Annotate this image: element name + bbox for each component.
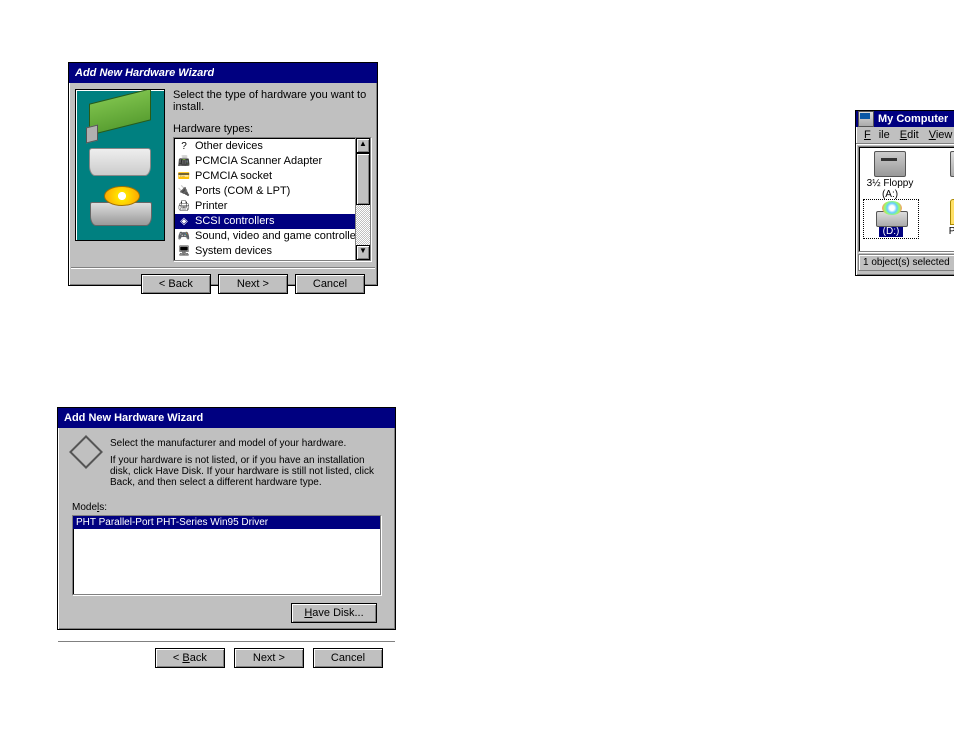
drive-c-icon[interactable]: (C:) bbox=[937, 151, 954, 189]
hardware-type-item[interactable]: ◈ SCSI controllers bbox=[175, 214, 369, 229]
hardware-type-label: Other devices bbox=[195, 139, 263, 154]
wizard-side-graphic bbox=[75, 89, 165, 241]
drive-c-label: (C:) bbox=[937, 178, 954, 189]
model-row[interactable]: PHT Parallel-Port PHT-Series Win95 Drive… bbox=[73, 516, 380, 529]
diamond-icon bbox=[72, 438, 100, 466]
hardware-type-label: System devices bbox=[195, 244, 272, 259]
window-title: My Computer bbox=[878, 113, 948, 125]
cancel-button[interactable]: Cancel bbox=[313, 648, 383, 668]
hardware-type-item[interactable]: ? Other devices bbox=[175, 139, 369, 154]
printers-folder-icon[interactable]: Printers bbox=[937, 199, 954, 237]
next-button[interactable]: Next > bbox=[218, 274, 288, 294]
hardware-type-label: Ports (COM & LPT) bbox=[195, 184, 290, 199]
hardware-type-label: PCMCIA socket bbox=[195, 169, 272, 184]
drive-d-icon[interactable]: (D:) bbox=[863, 199, 919, 239]
back-button[interactable]: < Back bbox=[155, 648, 225, 668]
titlebar: Add New Hardware Wizard bbox=[58, 408, 395, 428]
window-title: Add New Hardware Wizard bbox=[64, 412, 203, 424]
list-label: Hardware types: bbox=[173, 123, 371, 135]
hardware-type-label: Printer bbox=[195, 199, 227, 214]
instruction-text: Select the type of hardware you want to … bbox=[173, 89, 371, 113]
models-listbox[interactable]: PHT Parallel-Port PHT-Series Win95 Drive… bbox=[72, 515, 381, 595]
drive-a-icon[interactable]: 3½ Floppy (A:) bbox=[861, 151, 919, 200]
models-label: Models: bbox=[72, 502, 381, 513]
hardware-model-wizard-window: Add New Hardware Wizard Select the manuf… bbox=[57, 407, 396, 630]
hardware-type-item[interactable]: 🎮 Sound, video and game controllers bbox=[175, 229, 369, 244]
scroll-down-arrow[interactable]: ▼ bbox=[356, 245, 370, 260]
scrollbar[interactable]: ▲ ▼ bbox=[355, 138, 370, 260]
hardware-type-label: PCMCIA Scanner Adapter bbox=[195, 154, 322, 169]
my-computer-icon bbox=[858, 111, 874, 127]
icon-area: 3½ Floppy (A:) (C:) (D:) Printers bbox=[858, 146, 954, 252]
hardware-type-item[interactable]: 🔌 Ports (COM & LPT) bbox=[175, 184, 369, 199]
hardware-type-icon: 🖥 bbox=[177, 245, 191, 258]
menu-view[interactable]: View bbox=[925, 128, 954, 142]
hardware-type-icon: ◈ bbox=[177, 215, 191, 228]
hardware-type-wizard-window: Add New Hardware Wizard Select the type … bbox=[68, 62, 378, 286]
cancel-button[interactable]: Cancel bbox=[295, 274, 365, 294]
cd-drive-icon bbox=[876, 201, 906, 225]
hardware-type-icon: 🔌 bbox=[177, 185, 191, 198]
instruction-text-1: Select the manufacturer and model of you… bbox=[72, 438, 381, 449]
button-row: < Back Next > Cancel bbox=[71, 267, 375, 296]
printers-label: Printers bbox=[937, 226, 954, 237]
drive-d-label: (D:) bbox=[879, 226, 904, 237]
hardware-type-icon: 🎮 bbox=[177, 230, 191, 243]
titlebar: Add New Hardware Wizard bbox=[69, 63, 377, 83]
menu-file[interactable]: File bbox=[860, 128, 894, 142]
hardware-type-icon: 💳 bbox=[177, 170, 191, 183]
drive-icon bbox=[89, 148, 151, 176]
hardware-types-listbox[interactable]: ? Other devices 📠 PCMCIA Scanner Adapter 💳 PC… bbox=[173, 137, 371, 261]
scroll-thumb[interactable] bbox=[356, 153, 370, 205]
hardware-type-icon: 📠 bbox=[177, 155, 191, 168]
scroll-up-arrow[interactable]: ▲ bbox=[356, 138, 370, 153]
floppy-drive-icon bbox=[874, 151, 906, 177]
button-row: < Back Next > Cancel bbox=[58, 641, 395, 672]
cdrom-icon bbox=[90, 190, 150, 226]
hardware-type-label: SCSI controllers bbox=[195, 214, 274, 229]
hardware-type-item[interactable]: 📠 PCMCIA Scanner Adapter bbox=[175, 154, 369, 169]
hardware-type-item[interactable]: 🖨 Printer bbox=[175, 199, 369, 214]
back-button[interactable]: < Back bbox=[141, 274, 211, 294]
my-computer-window: My Computer _ □ × File Edit View Help 3½… bbox=[855, 110, 954, 276]
window-title: Add New Hardware Wizard bbox=[75, 67, 214, 79]
hard-drive-icon bbox=[950, 151, 954, 177]
expansion-card-icon bbox=[89, 89, 151, 136]
have-disk-button[interactable]: Have Disk... bbox=[291, 603, 377, 623]
hardware-type-icon: 🖨 bbox=[177, 200, 191, 213]
next-button[interactable]: Next > bbox=[234, 648, 304, 668]
drive-a-label: 3½ Floppy (A:) bbox=[861, 178, 919, 200]
hardware-type-icon: ? bbox=[177, 140, 191, 153]
titlebar: My Computer _ □ × bbox=[856, 111, 954, 127]
printers-icon bbox=[950, 199, 954, 225]
menubar: File Edit View Help bbox=[856, 127, 954, 144]
status-bar: 1 object(s) selected bbox=[858, 254, 954, 271]
menu-edit[interactable]: Edit bbox=[896, 128, 923, 142]
hardware-type-item[interactable]: 🖥 System devices bbox=[175, 244, 369, 259]
hardware-type-item[interactable]: 💳 PCMCIA socket bbox=[175, 169, 369, 184]
hardware-type-label: Sound, video and game controllers bbox=[195, 229, 365, 244]
instruction-text-2: If your hardware is not listed, or if yo… bbox=[110, 455, 381, 488]
